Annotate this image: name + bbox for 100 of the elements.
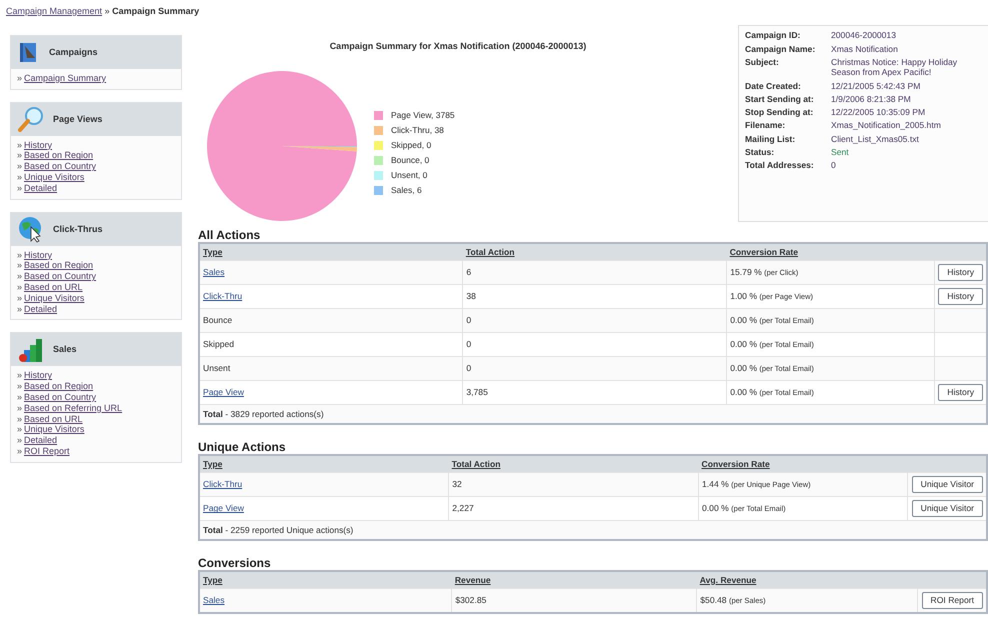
status-value: Sent	[831, 147, 849, 158]
table-cell-text: 0	[466, 363, 472, 374]
bullet-icon: »	[17, 435, 22, 446]
panel-title: Sales	[53, 344, 77, 356]
column-header[interactable]: Type	[203, 246, 222, 257]
panel-title: Click-Thrus	[53, 224, 103, 234]
info-value: Xmas_Notification_2005.htm	[831, 120, 941, 130]
info-value: 0	[831, 160, 836, 170]
info-label: Campaign ID:	[745, 30, 800, 40]
info-label: Mailing List:	[745, 134, 796, 144]
bullet-icon: »	[17, 140, 22, 150]
bullet-icon: »	[17, 161, 22, 172]
column-header[interactable]: Total Action	[452, 458, 500, 469]
sidebar-link[interactable]: ROI Report	[24, 446, 70, 457]
bullet-icon: »	[17, 424, 22, 436]
bullet-icon: »	[17, 72, 22, 84]
type-link[interactable]: Click-Thru	[203, 291, 242, 302]
sidebar-link[interactable]: Based on Region	[24, 381, 94, 392]
info-label: Stop Sending at:	[745, 107, 814, 118]
sidebar-link[interactable]: Based on URL	[24, 414, 83, 424]
bullet-icon: »	[17, 381, 22, 392]
row-action-button[interactable]: Unique Visitor	[912, 500, 983, 518]
sidebar-link[interactable]: Based on Region	[24, 260, 94, 272]
sidebar-link[interactable]: Based on URL	[24, 282, 83, 293]
breadcrumb-separator: »	[104, 6, 110, 16]
info-value: Christmas Notice: Happy Holiday Season from Apex Pacific!	[831, 56, 958, 78]
section-heading: Unique Actions	[198, 440, 287, 454]
info-label: Start Sending at:	[745, 94, 814, 104]
bullet-icon: »	[17, 271, 22, 282]
bullet-icon: »	[17, 392, 22, 403]
info-label: Status:	[745, 147, 774, 158]
info-value: Client_List_Xmas05.txt	[831, 134, 919, 144]
type-link[interactable]: Page View	[203, 387, 244, 398]
info-value: 200046-2000013	[831, 30, 896, 40]
sidebar-link[interactable]: History	[24, 250, 52, 260]
bullet-icon: »	[17, 292, 22, 304]
sidebar-link[interactable]: Detailed	[24, 304, 58, 314]
info-label: Subject:	[745, 56, 779, 67]
breadcrumb-link[interactable]: Campaign Management	[6, 6, 102, 16]
row-action-button[interactable]: Unique Visitor	[912, 476, 983, 494]
column-header[interactable]: Type	[203, 458, 222, 469]
info-value: 1/9/2006 8:21:38 PM	[831, 94, 911, 104]
row-action-button[interactable]: History	[938, 288, 983, 306]
column-header[interactable]: Avg. Revenue	[700, 574, 756, 585]
column-header[interactable]: Revenue	[454, 574, 491, 585]
row-action-button[interactable]: History	[938, 264, 983, 282]
table-cell-text: 38	[466, 291, 476, 302]
sidebar-link[interactable]: Based on Region	[24, 150, 94, 162]
bullet-icon: »	[17, 150, 22, 162]
info-value: 12/21/2005 5:42:43 PM	[831, 80, 920, 91]
sidebar-link[interactable]: History	[24, 370, 52, 382]
panel-title: Page Views	[53, 114, 102, 124]
column-header[interactable]: Conversion Rate	[702, 458, 770, 469]
bullet-icon: »	[17, 370, 22, 382]
sidebar-link[interactable]: History	[24, 140, 52, 150]
bullet-icon: »	[17, 304, 22, 314]
info-value: 12/22/2005 10:35:09 PM	[831, 107, 926, 118]
sidebar-link[interactable]: Detailed	[24, 182, 58, 194]
type-link[interactable]: Sales	[203, 595, 224, 606]
total-summary: Total - 2259 reported Unique actions(s)	[203, 524, 354, 535]
type-link[interactable]: Click-Thru	[203, 479, 242, 490]
sidebar-link[interactable]: Based on Referring URL	[24, 402, 122, 414]
row-action-button[interactable]: History	[938, 384, 983, 402]
table-cell-text: 32	[452, 479, 462, 490]
bullet-icon: »	[17, 402, 22, 414]
bullet-icon: »	[17, 446, 22, 457]
sidebar-link[interactable]: Based on Country	[24, 271, 96, 282]
legend-label: Skipped, 0	[391, 140, 432, 150]
bullet-icon: »	[17, 172, 22, 183]
legend-label: Bounce, 0	[391, 155, 430, 166]
type-link[interactable]: Sales	[203, 267, 224, 278]
sidebar-link[interactable]: Based on Country	[24, 392, 96, 403]
sidebar-link[interactable]: Unique Visitors	[24, 172, 84, 183]
column-header[interactable]: Total Action	[466, 246, 515, 257]
table-cell-text: 0	[466, 315, 472, 326]
table-cell-text: $302.85	[455, 595, 486, 606]
bullet-icon: »	[17, 282, 22, 293]
info-value: Xmas Notification	[831, 44, 898, 54]
total-summary: Total - 3829 reported actions(s)	[203, 408, 324, 419]
magnifier-icon	[17, 105, 45, 134]
sidebar-link[interactable]: Unique Visitors	[24, 424, 84, 436]
sidebar-link[interactable]: Detailed	[24, 435, 58, 446]
table-cell-text: Unsent	[203, 363, 230, 374]
table-cell-text: 0	[466, 339, 472, 350]
bullet-icon: »	[17, 250, 22, 260]
info-label: Date Created:	[745, 80, 801, 91]
column-header[interactable]: Conversion Rate	[730, 246, 798, 257]
sidebar-link[interactable]: Unique Visitors	[24, 292, 84, 304]
legend-label: Page View, 3785	[391, 110, 455, 120]
section-heading: Conversions	[198, 556, 272, 570]
sidebar-link[interactable]: Based on Country	[24, 161, 96, 172]
column-header[interactable]: Type	[203, 574, 222, 585]
sidebar-link[interactable]: Campaign Summary	[24, 72, 106, 84]
breadcrumb-current: Campaign Summary	[112, 6, 200, 16]
legend-label: Sales, 6	[391, 185, 422, 196]
info-label: Filename:	[745, 120, 786, 130]
row-action-button[interactable]: ROI Report	[922, 592, 983, 609]
type-link[interactable]: Page View	[203, 503, 244, 514]
info-label: Campaign Name:	[745, 44, 816, 54]
table-cell-text: 6	[466, 267, 472, 278]
